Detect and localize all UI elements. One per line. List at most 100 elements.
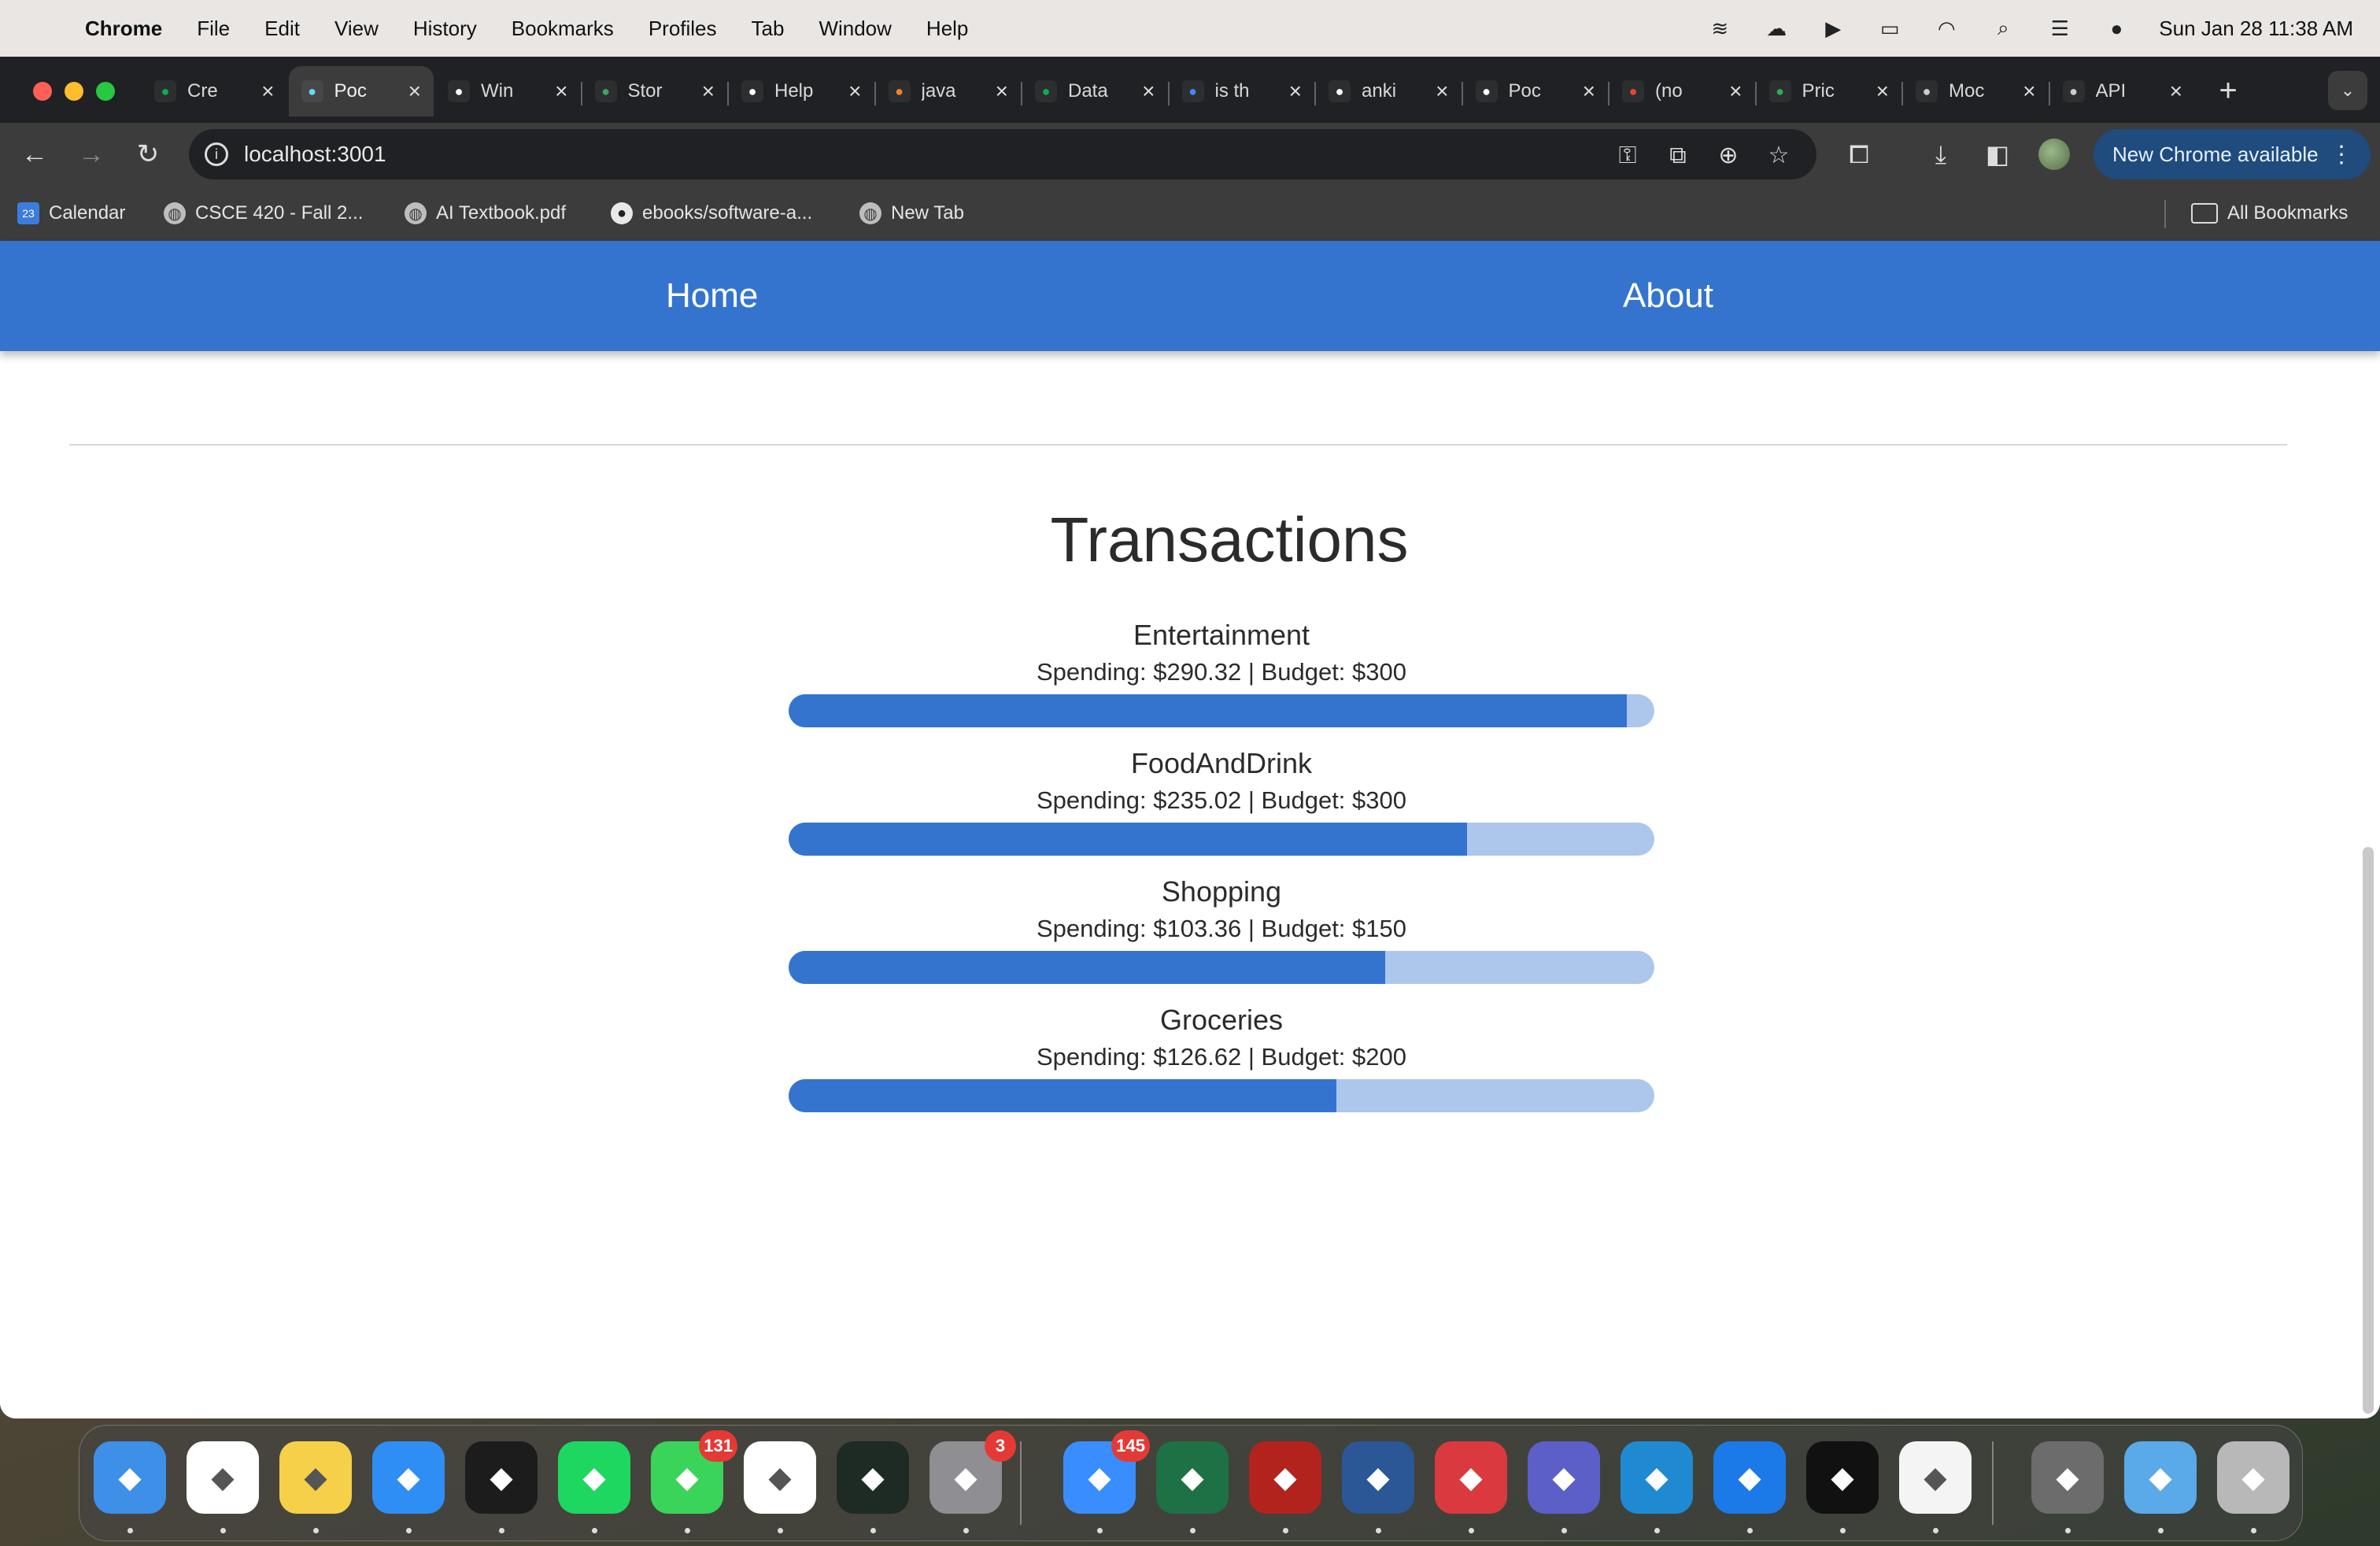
tab-11[interactable]: ● (no × — [1609, 66, 1755, 117]
close-tab-icon[interactable]: × — [408, 79, 421, 104]
play-icon[interactable]: ▶ — [1819, 17, 1847, 40]
dock-terminal[interactable]: ◆ — [465, 1441, 538, 1514]
new-chrome-available-button[interactable]: New Chrome available ⋮ — [2094, 129, 2371, 179]
dock-mail[interactable]: ◆ 145 — [1063, 1430, 1150, 1514]
all-bookmarks-button[interactable]: All Bookmarks — [2191, 198, 2348, 228]
close-tab-icon[interactable]: × — [2170, 79, 2182, 104]
dock-activity-monitor[interactable]: ◆ — [837, 1441, 909, 1514]
menu-bookmarks[interactable]: Bookmarks — [512, 17, 614, 41]
downloads-icon[interactable]: ⤓ — [1922, 135, 1960, 173]
nav-home-link[interactable]: Home — [666, 241, 758, 351]
page-scrollbar[interactable] — [2363, 847, 2374, 1414]
close-tab-icon[interactable]: × — [848, 79, 861, 104]
dock-xcode[interactable]: ◆ — [1713, 1441, 1786, 1514]
close-tab-icon[interactable]: × — [1289, 79, 1302, 104]
bookmark-new-tab[interactable]: ◍ New Tab — [859, 198, 964, 228]
control-center-icon[interactable]: ☰ — [2046, 17, 2074, 40]
profile-avatar[interactable] — [2038, 139, 2070, 170]
expressvpn-menu-icon[interactable]: ≋ — [1706, 17, 1734, 40]
dock-folder[interactable]: ◆ — [2124, 1441, 2197, 1514]
site-info-icon[interactable]: i — [205, 142, 228, 166]
bookmark-csce-420[interactable]: ◍ CSCE 420 - Fall 2... — [164, 198, 363, 228]
menu-help[interactable]: Help — [926, 17, 968, 41]
tab-8[interactable]: ● is th × — [1170, 66, 1315, 117]
tab-9[interactable]: ● anki × — [1316, 66, 1462, 117]
dock-messages[interactable]: ◆ 131 — [651, 1430, 737, 1514]
side-panel-icon[interactable]: ◧ — [1979, 135, 2016, 173]
password-key-icon[interactable]: ⚿ — [1612, 140, 1643, 172]
close-tab-icon[interactable]: × — [702, 79, 715, 104]
dock-teams[interactable]: ◆ — [1528, 1441, 1600, 1514]
tab-search-dropdown-icon[interactable]: ⌄ — [2328, 71, 2367, 110]
new-tab-button[interactable]: + — [2208, 71, 2248, 110]
minimize-window-button[interactable] — [65, 82, 83, 101]
bookmark-star-icon[interactable]: ☆ — [1763, 140, 1794, 172]
menu-profiles[interactable]: Profiles — [649, 17, 717, 41]
back-button[interactable]: ← — [16, 135, 54, 173]
dock-spotify[interactable]: ◆ — [558, 1441, 630, 1514]
bookmark-ebooks[interactable]: ● ebooks/software-a... — [611, 198, 812, 228]
extensions-icon[interactable]: ⧠ — [1840, 135, 1878, 173]
nav-about-link[interactable]: About — [1623, 241, 1713, 351]
dock-textedit[interactable]: ◆ — [1899, 1441, 1972, 1514]
spotlight-search-icon[interactable]: ⌕ — [1989, 16, 2017, 39]
dock-safari[interactable]: ◆ — [372, 1441, 445, 1514]
bookmark-ai-textbook[interactable]: ◍ AI Textbook.pdf — [405, 198, 566, 228]
menu-app-name[interactable]: Chrome — [85, 17, 162, 41]
dock-vscode[interactable]: ◆ — [1621, 1441, 1693, 1514]
menu-file[interactable]: File — [197, 17, 230, 41]
reload-button[interactable]: ↻ — [129, 135, 167, 173]
bookmark-calendar[interactable]: 23 Calendar — [17, 198, 125, 228]
zoom-icon[interactable]: ⊕ — [1713, 140, 1744, 172]
tab-6[interactable]: ● java × — [876, 66, 1022, 117]
dock-trash[interactable]: ◆ — [2217, 1441, 2289, 1514]
dock-downloads-stack[interactable]: ◆ — [2031, 1441, 2104, 1514]
menu-tab[interactable]: Tab — [752, 17, 785, 41]
close-tab-icon[interactable]: × — [1583, 79, 1595, 104]
tab-5[interactable]: ● Help × — [729, 66, 874, 117]
close-tab-icon[interactable]: × — [555, 79, 567, 104]
dock-word[interactable]: ◆ — [1342, 1441, 1414, 1514]
menu-edit[interactable]: Edit — [264, 17, 300, 41]
menu-window[interactable]: Window — [819, 17, 891, 41]
close-window-button[interactable] — [33, 82, 52, 101]
dock-chrome[interactable]: ◆ — [187, 1441, 259, 1514]
dock-photos[interactable]: ◆ — [744, 1441, 816, 1514]
zoom-window-button[interactable] — [96, 82, 115, 101]
dock-notes[interactable]: ◆ — [279, 1441, 352, 1514]
tab-1[interactable]: ● Cre × — [142, 66, 287, 117]
more-menu-icon[interactable]: ⋮ — [2330, 141, 2353, 168]
close-tab-icon[interactable]: × — [1436, 79, 1448, 104]
battery-icon[interactable]: ▭ — [1876, 17, 1904, 40]
close-tab-icon[interactable]: × — [1142, 79, 1155, 104]
dock-acrobat[interactable]: ◆ — [1249, 1441, 1321, 1514]
close-tab-icon[interactable]: × — [1876, 79, 1889, 104]
close-tab-icon[interactable]: × — [1729, 79, 1742, 104]
install-app-icon[interactable]: ⧉ — [1662, 140, 1694, 172]
tab-10[interactable]: ● Poc × — [1463, 66, 1609, 117]
tab-2[interactable]: ● Poc × — [288, 66, 434, 117]
dock-excel[interactable]: ◆ — [1156, 1441, 1229, 1514]
address-bar[interactable]: i localhost:3001 ⚿ ⧉ ⊕ ☆ — [189, 129, 1816, 179]
close-tab-icon[interactable]: × — [2023, 79, 2035, 104]
menu-history[interactable]: History — [413, 17, 477, 41]
tab-14[interactable]: ● API × — [2050, 66, 2196, 117]
url-text[interactable]: localhost:3001 — [244, 142, 386, 167]
tab-7[interactable]: ● Data × — [1022, 66, 1168, 117]
menu-bar-clock[interactable]: Sun Jan 28 11:38 AM — [2159, 17, 2353, 41]
creative-cloud-icon[interactable]: ☁ — [1762, 17, 1791, 40]
tab-4[interactable]: ● Stor × — [582, 66, 728, 117]
dock-pycharm[interactable]: ◆ — [1806, 1441, 1879, 1514]
siri-icon[interactable]: ● — [2102, 17, 2131, 40]
dock-expressvpn[interactable]: ◆ — [1435, 1441, 1507, 1514]
wifi-icon[interactable]: ◠ — [1932, 17, 1961, 40]
close-tab-icon[interactable]: × — [996, 79, 1008, 104]
dock-finder[interactable]: ◆ — [94, 1441, 166, 1514]
close-tab-icon[interactable]: × — [261, 79, 274, 104]
dock-system-settings[interactable]: ◆ 3 — [929, 1430, 1016, 1514]
menu-view[interactable]: View — [334, 17, 379, 41]
tab-3[interactable]: ● Win × — [435, 66, 581, 117]
tab-13[interactable]: ● Moc × — [1903, 66, 2049, 117]
forward-button[interactable]: → — [72, 135, 110, 173]
tab-12[interactable]: ● Pric × — [1757, 66, 1902, 117]
